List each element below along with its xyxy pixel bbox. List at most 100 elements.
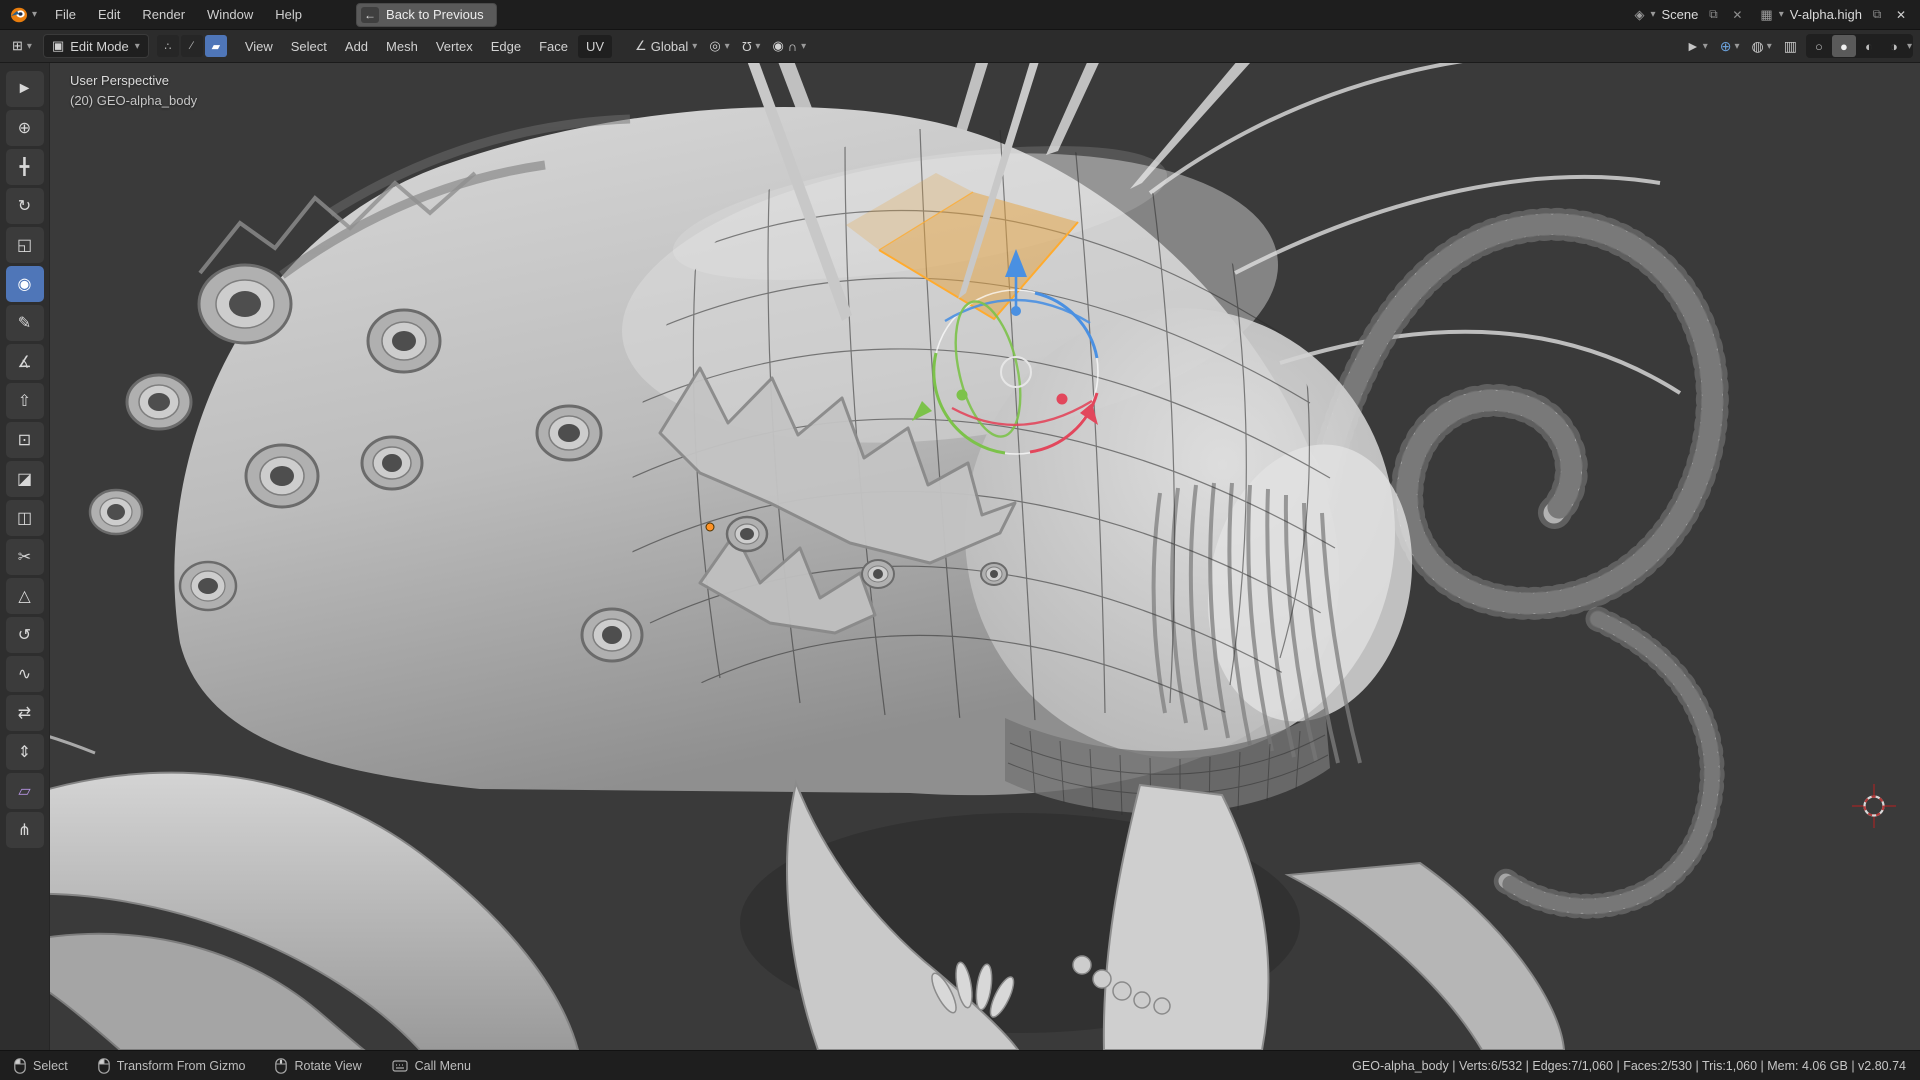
new-view-layer-button[interactable]: ⧉	[1868, 6, 1886, 24]
tool-knife[interactable]: ✂	[6, 539, 44, 575]
measure-icon: ∡	[17, 352, 31, 372]
mmb-icon	[275, 1058, 287, 1074]
show-overlays-toggle[interactable]: ◍ ▾	[1748, 36, 1774, 57]
chevron-down-icon: ▾	[755, 41, 760, 52]
cursor-icon: ⊕	[18, 118, 31, 138]
active-object-label: (20) GEO-alpha_body	[70, 93, 197, 108]
tool-extrude-region[interactable]: ⇧	[6, 383, 44, 419]
mode-label: Edit Mode	[70, 39, 129, 54]
select-mode-toggles: ∴ ∕ ▰	[157, 35, 227, 57]
back-arrow-icon: ←	[361, 7, 379, 23]
3d-cursor	[1852, 784, 1896, 828]
mode-dropdown[interactable]: ▣ Edit Mode ▾	[43, 34, 149, 58]
tool-select-box[interactable]: ►	[6, 71, 44, 107]
tool-measure[interactable]: ∡	[6, 344, 44, 380]
menu-select[interactable]: Select	[283, 35, 335, 58]
chevron-down-icon: ▾	[1907, 41, 1912, 52]
blender-logo-icon	[10, 6, 28, 24]
tool-cursor[interactable]: ⊕	[6, 110, 44, 146]
hint-call-menu-label: Call Menu	[415, 1059, 471, 1073]
edge-select-mode-button[interactable]: ∕	[181, 35, 203, 57]
shading-wireframe-button[interactable]: ○	[1807, 35, 1831, 57]
orientation-label: Global	[651, 39, 689, 54]
chevron-down-icon: ▾	[1650, 9, 1655, 20]
menu-mesh[interactable]: Mesh	[378, 35, 426, 58]
shading-solid-button[interactable]: ●	[1832, 35, 1856, 57]
tool-shrink-fatten[interactable]: ⇕	[6, 734, 44, 770]
tool-edge-slide[interactable]: ⇄	[6, 695, 44, 731]
shading-rendered-button[interactable]: ◑	[1882, 35, 1906, 57]
tool-loop-cut[interactable]: ◫	[6, 500, 44, 536]
tool-scale[interactable]: ◱	[6, 227, 44, 263]
chevron-down-icon: ▾	[135, 41, 140, 52]
viewport-shading-group: ○ ● ◐ ◑ ▾	[1806, 34, 1913, 58]
scene-selector[interactable]: ◈ ▾ Scene ⧉ ✕	[1632, 4, 1748, 26]
smooth-icon: ∿	[18, 664, 31, 684]
editor-type-selector[interactable]: ⊞ ▾	[7, 35, 37, 57]
tool-shear[interactable]: ▱	[6, 773, 44, 809]
proportional-editing-toggle[interactable]: ◉ ∩ ▾	[767, 35, 811, 57]
face-select-mode-button[interactable]: ▰	[205, 35, 227, 57]
view-layer-icon: ▦	[1760, 7, 1772, 23]
3d-viewport[interactable]: ► ⊕ ╋ ↻ ◱ ◉ ✎ ∡ ⇧ ⊡ ◪ ◫ ✂ △ ↺ ∿ ⇄ ⇕ ▱ ⋔ …	[0, 63, 1920, 1050]
tool-shelf: ► ⊕ ╋ ↻ ◱ ◉ ✎ ∡ ⇧ ⊡ ◪ ◫ ✂ △ ↺ ∿ ⇄ ⇕ ▱ ⋔	[0, 63, 50, 1050]
hint-rotate-view: Rotate View	[275, 1058, 361, 1074]
select-visibility-dropdown[interactable]: ► ▾	[1683, 36, 1711, 56]
view-layer-selector[interactable]: ▦ ▾ V-alpha.high ⧉ ✕	[1758, 4, 1912, 26]
gizmo-x-axis-handle[interactable]	[1057, 394, 1068, 405]
pivot-point-dropdown[interactable]: ◎ ▾	[704, 35, 734, 57]
xray-toggle[interactable]: ▥	[1781, 36, 1800, 57]
tool-annotate[interactable]: ✎	[6, 305, 44, 341]
falloff-icon: ∩	[788, 39, 797, 54]
transform-orientation-dropdown[interactable]: ∠ Global ▾	[630, 35, 702, 57]
gizmo-y-axis-handle[interactable]	[957, 390, 968, 401]
shear-icon: ▱	[18, 781, 30, 801]
bevel-icon: ◪	[17, 469, 32, 489]
menu-view[interactable]: View	[237, 35, 281, 58]
annotate-icon: ✎	[18, 313, 31, 333]
tool-bevel[interactable]: ◪	[6, 461, 44, 497]
tool-spin[interactable]: ↺	[6, 617, 44, 653]
hint-select-label: Select	[33, 1059, 68, 1073]
new-scene-button[interactable]: ⧉	[1704, 6, 1722, 24]
unlink-scene-button[interactable]: ✕	[1728, 6, 1746, 24]
scene-icon: ◈	[1634, 7, 1644, 23]
menu-add[interactable]: Add	[337, 35, 376, 58]
tool-transform[interactable]: ◉	[6, 266, 44, 302]
chevron-down-icon: ▾	[32, 9, 37, 20]
menu-file[interactable]: File	[45, 3, 86, 26]
menu-uv[interactable]: UV	[578, 35, 612, 58]
viewport-header: ⊞ ▾ ▣ Edit Mode ▾ ∴ ∕ ▰ View Select Add …	[0, 30, 1920, 63]
gizmo-icon: ⊕	[1720, 38, 1732, 55]
tool-rotate[interactable]: ↻	[6, 188, 44, 224]
remove-view-layer-button[interactable]: ✕	[1892, 6, 1910, 24]
chevron-down-icon: ▾	[725, 41, 730, 52]
back-to-previous-button[interactable]: ← Back to Previous	[356, 3, 497, 27]
menu-edit[interactable]: Edit	[88, 3, 130, 26]
tool-inset-faces[interactable]: ⊡	[6, 422, 44, 458]
snap-toggle[interactable]: Ω ▾	[737, 36, 766, 57]
tool-poly-build[interactable]: △	[6, 578, 44, 614]
shading-material-button[interactable]: ◐	[1857, 35, 1881, 57]
creature-model	[0, 63, 1712, 1050]
blender-menu-button[interactable]: ▾	[8, 6, 43, 24]
back-to-previous-label: Back to Previous	[386, 7, 484, 22]
menu-vertex[interactable]: Vertex	[428, 35, 481, 58]
viewport-canvas[interactable]	[0, 63, 1920, 1050]
show-gizmo-toggle[interactable]: ⊕ ▾	[1717, 36, 1743, 57]
tool-rip-region[interactable]: ⋔	[6, 812, 44, 848]
menu-edge[interactable]: Edge	[483, 35, 529, 58]
menu-face[interactable]: Face	[531, 35, 576, 58]
menu-render[interactable]: Render	[132, 3, 195, 26]
topbar: ▾ File Edit Render Window Help ← Back to…	[0, 0, 1920, 30]
chevron-down-icon: ▾	[692, 41, 697, 52]
vertex-select-mode-button[interactable]: ∴	[157, 35, 179, 57]
transform-icon: ◉	[18, 274, 32, 294]
menu-help[interactable]: Help	[265, 3, 312, 26]
tool-smooth[interactable]: ∿	[6, 656, 44, 692]
extrude-region-icon: ⇧	[18, 391, 31, 411]
menu-window[interactable]: Window	[197, 3, 263, 26]
view-perspective-label: User Perspective	[70, 73, 169, 88]
chevron-down-icon: ▾	[1767, 41, 1772, 52]
tool-move[interactable]: ╋	[6, 149, 44, 185]
